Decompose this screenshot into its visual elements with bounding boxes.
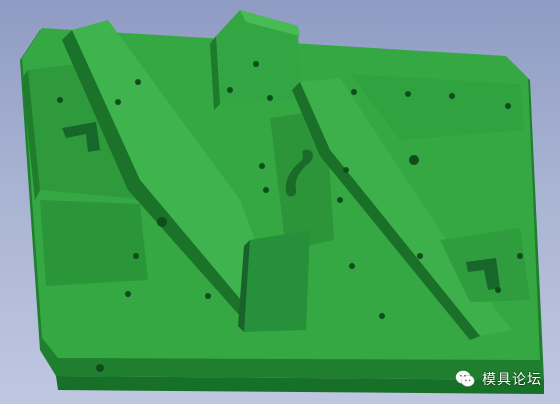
mold-block-left-lower — [40, 200, 148, 286]
cad-viewport[interactable]: 模具论坛 — [0, 0, 560, 404]
watermark: 模具论坛 — [450, 368, 546, 390]
mold-model[interactable] — [0, 0, 560, 404]
mold-pedestal — [244, 230, 310, 332]
watermark-text: 模具论坛 — [482, 372, 542, 388]
wechat-logo-icon — [454, 368, 476, 390]
